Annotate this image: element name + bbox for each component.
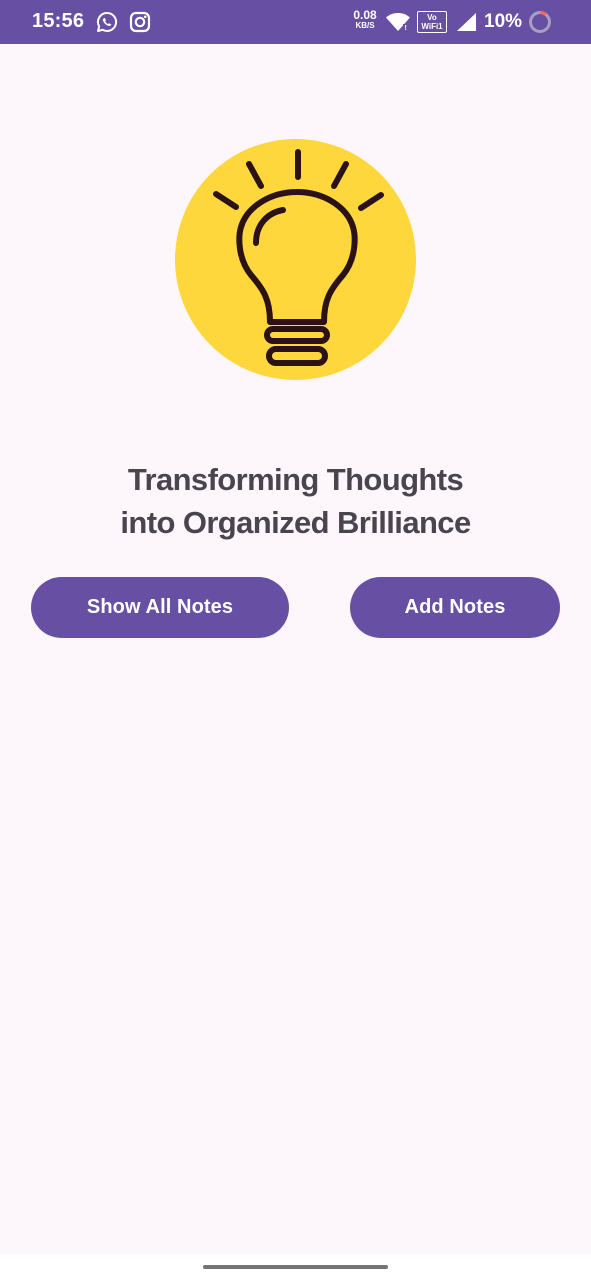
network-speed-value: 0.08 bbox=[353, 8, 377, 22]
instagram-icon bbox=[129, 11, 151, 33]
home-gesture-handle[interactable] bbox=[203, 1265, 388, 1269]
svg-text:!: ! bbox=[405, 25, 407, 32]
app-screen: 15:56 0.08 KB/S ! Vo WiFi1 10% Transform… bbox=[0, 0, 591, 1280]
navigation-bar bbox=[0, 1254, 591, 1280]
tagline: Transforming Thoughts into Organized Bri… bbox=[0, 458, 591, 544]
status-time: 15:56 bbox=[32, 10, 85, 32]
whatsapp-icon bbox=[97, 11, 118, 32]
vowifi-bottom-text: WiFi1 bbox=[421, 22, 443, 31]
tagline-line-1: Transforming Thoughts bbox=[127, 462, 464, 497]
lightbulb-icon bbox=[175, 139, 416, 380]
status-bar: 15:56 0.08 KB/S ! Vo WiFi1 10% bbox=[0, 0, 591, 44]
battery-percent: 10% bbox=[484, 11, 523, 32]
wifi-icon: ! bbox=[386, 13, 410, 32]
battery-icon bbox=[529, 11, 551, 33]
tagline-line-2: into Organized Brilliance bbox=[120, 505, 471, 540]
vowifi-top-text: Vo bbox=[427, 13, 437, 22]
network-speed-unit: KB/S bbox=[355, 21, 375, 30]
add-notes-button[interactable]: Add Notes bbox=[350, 577, 560, 638]
vowifi-icon: Vo WiFi1 bbox=[417, 11, 447, 33]
cell-signal-icon bbox=[457, 13, 476, 31]
network-speed: 0.08 KB/S bbox=[350, 9, 380, 30]
show-all-notes-button[interactable]: Show All Notes bbox=[31, 577, 289, 638]
